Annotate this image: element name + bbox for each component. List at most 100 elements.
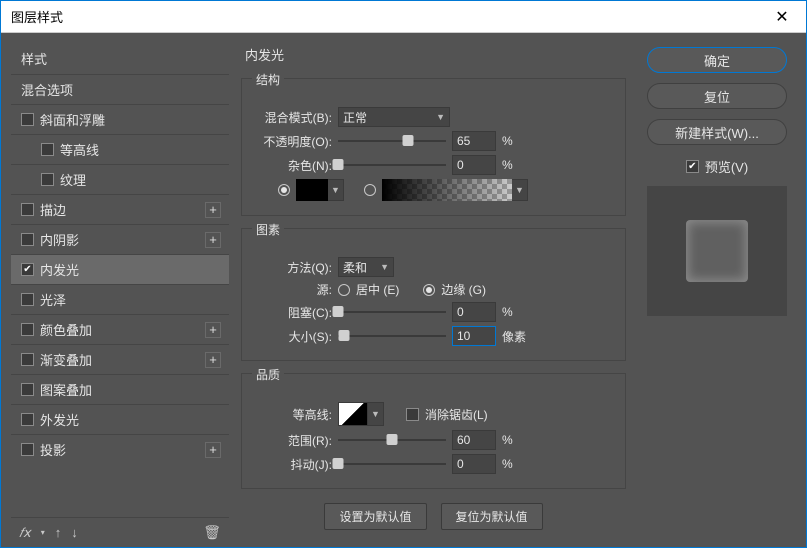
range-input[interactable]	[452, 430, 496, 450]
blend-mode-label: 混合模式(B):	[252, 109, 332, 126]
color-swatch[interactable]	[296, 179, 328, 201]
add-gradient-overlay-button[interactable]: +	[205, 352, 221, 368]
actions-column: 确定 复位 新建样式(W)... 预览(V)	[638, 43, 796, 547]
make-default-button[interactable]: 设置为默认值	[324, 503, 426, 530]
bevel-emboss-row[interactable]: 斜面和浮雕	[11, 104, 229, 134]
preview-swatch	[686, 220, 748, 282]
reset-button[interactable]: 复位	[647, 83, 787, 109]
drop-shadow-row[interactable]: 投影 +	[11, 434, 229, 464]
noise-label: 杂色(N):	[252, 157, 332, 174]
gradient-dropdown[interactable]: ▼	[512, 179, 528, 201]
contour-sub-row[interactable]: 等高线	[11, 134, 229, 164]
jitter-slider[interactable]	[338, 457, 446, 471]
size-input[interactable]	[452, 326, 496, 346]
fx-menu-button[interactable]: 𝑓𝗑	[19, 525, 31, 541]
antialias-checkbox[interactable]	[406, 408, 419, 421]
inner-shadow-checkbox[interactable]	[21, 233, 34, 246]
chevron-down-icon: ▼	[380, 262, 389, 272]
noise-input[interactable]	[452, 155, 496, 175]
source-edge-radio[interactable]	[423, 284, 435, 296]
outer-glow-row[interactable]: 外发光	[11, 404, 229, 434]
stroke-checkbox[interactable]	[21, 203, 34, 216]
add-stroke-button[interactable]: +	[205, 202, 221, 218]
close-button[interactable]: ✕	[768, 3, 796, 31]
opacity-label: 不透明度(O):	[252, 133, 332, 150]
styles-header[interactable]: 样式	[11, 43, 229, 74]
elements-group: 图素 方法(Q): 柔和▼ 源: 居中 (E) 边缘 (G) 阻塞(C):	[241, 228, 626, 361]
add-color-overlay-button[interactable]: +	[205, 322, 221, 338]
inner-glow-checkbox[interactable]	[21, 263, 34, 276]
move-down-button[interactable]: ↓	[71, 525, 78, 540]
delete-button[interactable]: 🗑	[203, 524, 221, 541]
gradient-radio[interactable]	[364, 184, 376, 196]
sidebar-footer: 𝑓𝗑 ▾ ↑ ↓ 🗑	[11, 517, 229, 547]
contour-dropdown[interactable]: ▼	[368, 402, 384, 426]
outer-glow-checkbox[interactable]	[21, 413, 34, 426]
technique-label: 方法(Q):	[252, 259, 332, 276]
source-edge-label: 边缘 (G)	[441, 281, 486, 298]
texture-sub-row[interactable]: 纹理	[11, 164, 229, 194]
opacity-unit: %	[502, 134, 530, 148]
add-inner-shadow-button[interactable]: +	[205, 232, 221, 248]
satin-checkbox[interactable]	[21, 293, 34, 306]
gradient-swatch[interactable]	[382, 179, 512, 201]
jitter-unit: %	[502, 457, 530, 471]
stroke-row[interactable]: 描边 +	[11, 194, 229, 224]
blend-mode-select[interactable]: 正常▼	[338, 107, 450, 127]
texture-sub-checkbox[interactable]	[41, 173, 54, 186]
range-slider[interactable]	[338, 433, 446, 447]
dialog-title: 图层样式	[11, 7, 63, 26]
technique-select[interactable]: 柔和▼	[338, 257, 394, 277]
reset-default-button[interactable]: 复位为默认值	[441, 503, 543, 530]
contour-sub-checkbox[interactable]	[41, 143, 54, 156]
preview-toggle-row: 预览(V)	[686, 157, 748, 176]
choke-label: 阻塞(C):	[252, 304, 332, 321]
color-radio[interactable]	[278, 184, 290, 196]
move-up-button[interactable]: ↑	[55, 525, 62, 540]
add-drop-shadow-button[interactable]: +	[205, 442, 221, 458]
panel-title: 内发光	[241, 43, 626, 66]
color-overlay-row[interactable]: 颜色叠加 +	[11, 314, 229, 344]
satin-row[interactable]: 光泽	[11, 284, 229, 314]
jitter-label: 抖动(J):	[252, 456, 332, 473]
color-overlay-checkbox[interactable]	[21, 323, 34, 336]
opacity-input[interactable]	[452, 131, 496, 151]
styles-sidebar: 样式 混合选项 斜面和浮雕 等高线 纹理 描边 + 内阴影	[11, 43, 229, 547]
color-dropdown[interactable]: ▼	[328, 179, 344, 201]
ok-button[interactable]: 确定	[647, 47, 787, 73]
opacity-slider[interactable]	[338, 134, 446, 148]
fx-menu-caret[interactable]: ▾	[41, 528, 45, 537]
bevel-checkbox[interactable]	[21, 113, 34, 126]
contour-picker[interactable]	[338, 402, 368, 426]
preview-box	[647, 186, 787, 316]
size-unit: 像素	[502, 328, 530, 345]
chevron-down-icon: ▼	[436, 112, 445, 122]
range-label: 范围(R):	[252, 432, 332, 449]
noise-slider[interactable]	[338, 158, 446, 172]
inner-shadow-row[interactable]: 内阴影 +	[11, 224, 229, 254]
preview-checkbox[interactable]	[686, 160, 699, 173]
jitter-input[interactable]	[452, 454, 496, 474]
dialog-body: 样式 混合选项 斜面和浮雕 等高线 纹理 描边 + 内阴影	[1, 33, 806, 547]
preview-label: 预览(V)	[705, 157, 748, 176]
gradient-overlay-checkbox[interactable]	[21, 353, 34, 366]
source-center-radio[interactable]	[338, 284, 350, 296]
choke-slider[interactable]	[338, 305, 446, 319]
pattern-overlay-row[interactable]: 图案叠加	[11, 374, 229, 404]
range-unit: %	[502, 433, 530, 447]
structure-group: 结构 混合模式(B): 正常▼ 不透明度(O): % 杂色(N): %	[241, 78, 626, 216]
noise-unit: %	[502, 158, 530, 172]
gradient-overlay-row[interactable]: 渐变叠加 +	[11, 344, 229, 374]
source-center-label: 居中 (E)	[356, 281, 399, 298]
choke-input[interactable]	[452, 302, 496, 322]
elements-legend: 图素	[252, 221, 284, 238]
contour-label: 等高线:	[252, 406, 332, 423]
drop-shadow-checkbox[interactable]	[21, 443, 34, 456]
size-slider[interactable]	[338, 329, 446, 343]
pattern-overlay-checkbox[interactable]	[21, 383, 34, 396]
styles-list: 样式 混合选项 斜面和浮雕 等高线 纹理 描边 + 内阴影	[11, 43, 229, 517]
inner-glow-row[interactable]: 内发光	[11, 254, 229, 284]
new-style-button[interactable]: 新建样式(W)...	[647, 119, 787, 145]
source-label: 源:	[252, 281, 332, 298]
blending-options-row[interactable]: 混合选项	[11, 74, 229, 104]
